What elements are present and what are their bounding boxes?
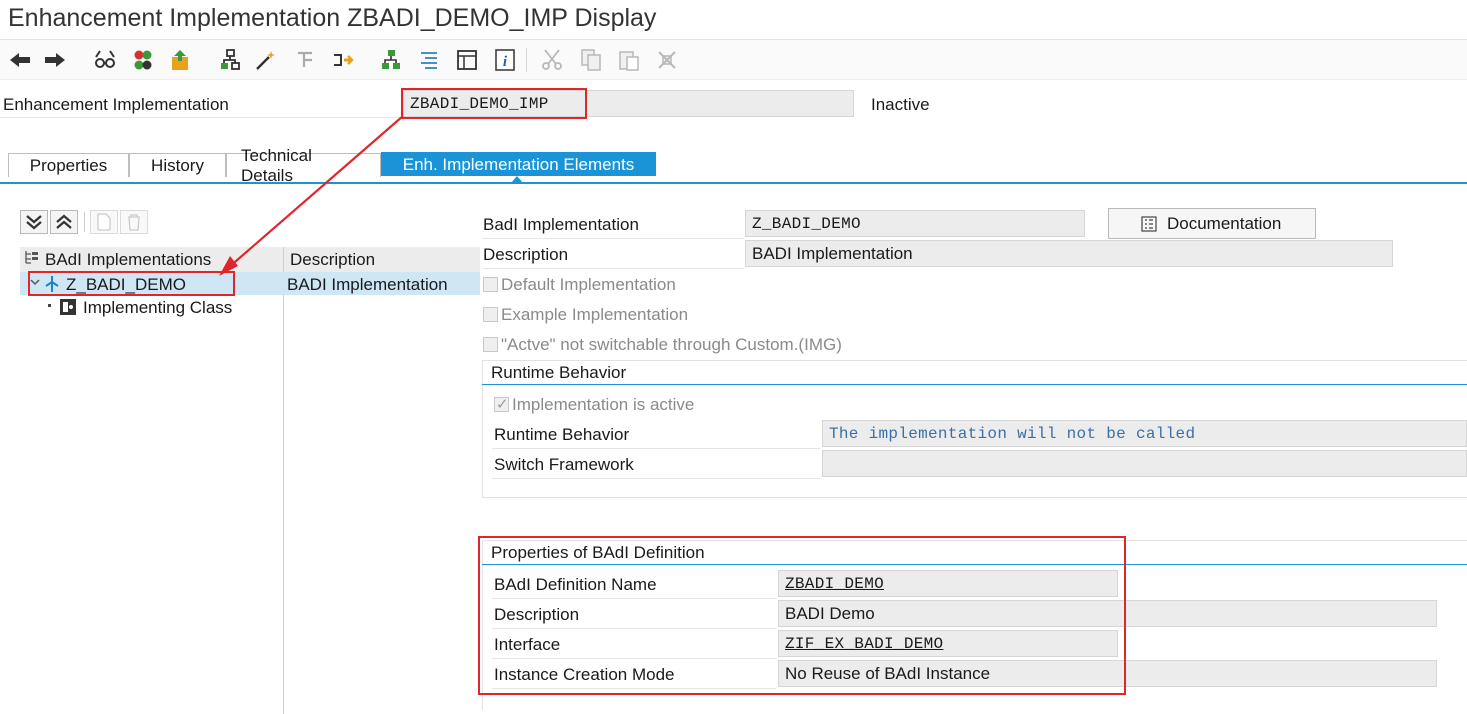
badi-implementation-field[interactable]: Z_BADI_DEMO — [745, 210, 1085, 237]
paste-icon[interactable] — [616, 47, 642, 73]
description-label: Description — [483, 245, 569, 264]
badi-def-description-field[interactable]: BADI Demo — [778, 600, 1437, 627]
trash-icon[interactable] — [120, 210, 148, 234]
hierarchy-icon[interactable] — [217, 47, 243, 73]
row-line-4 — [492, 478, 820, 479]
tab-technical-details[interactable]: Technical Details — [226, 146, 381, 185]
runtime-behavior-label: Runtime Behavior — [494, 425, 630, 444]
badi-def-description-label: Description — [494, 605, 580, 624]
transport-icon[interactable] — [167, 47, 193, 73]
toolbar-separator — [526, 48, 527, 72]
class-icon — [59, 298, 77, 321]
delete-icon[interactable] — [654, 47, 680, 73]
row-line-8 — [492, 688, 776, 689]
row-line-1 — [482, 238, 744, 239]
default-implementation-checkbox[interactable] — [483, 277, 498, 292]
runtime-behavior-field[interactable]: The implementation will not be called — [822, 420, 1467, 447]
runtime-behavior-title: Runtime Behavior — [491, 363, 627, 382]
structure-icon[interactable] — [378, 47, 404, 73]
documentation-label: Documentation — [1167, 213, 1282, 233]
tab-enh-implementation-elements[interactable]: Enh. Implementation Elements — [381, 152, 656, 176]
row-line-6 — [492, 628, 776, 629]
tree-bullet — [48, 304, 51, 307]
enhancement-implementation-label: Enhancement Implementation — [3, 95, 229, 114]
not-switchable-checkbox[interactable] — [483, 337, 498, 352]
badi-implementation-label: BadI Implementation — [483, 215, 639, 234]
enhancement-implementation-field[interactable]: ZBADI_DEMO_IMP — [403, 90, 854, 117]
documentation-button[interactable]: Documentation — [1108, 208, 1316, 239]
row-line-5 — [492, 598, 776, 599]
tab-indicator — [511, 176, 523, 183]
row-line-3 — [492, 448, 820, 449]
instance-creation-mode-field[interactable]: No Reuse of BAdI Instance — [778, 660, 1437, 687]
tree-node-z-badi-demo[interactable]: Z_BADI_DEMO — [66, 275, 186, 295]
example-implementation-checkbox[interactable] — [483, 307, 498, 322]
navigate-icon[interactable] — [330, 47, 356, 73]
tab-properties[interactable]: Properties — [8, 153, 129, 177]
activate-icon[interactable] — [130, 47, 156, 73]
copy-icon[interactable] — [578, 47, 604, 73]
documentation-icon — [1141, 215, 1157, 232]
switch-framework-label: Switch Framework — [494, 455, 634, 474]
tree-col1-header: BAdI Implementations — [45, 249, 212, 269]
tree-column-divider — [283, 247, 284, 714]
description-field[interactable]: BADI Implementation — [745, 240, 1393, 267]
tree-node-description: BADI Implementation — [287, 275, 448, 294]
example-implementation-label: Example Implementation — [501, 305, 689, 324]
default-implementation-label: Default Implementation — [501, 275, 676, 294]
badi-implementation-icon — [44, 275, 60, 298]
implementation-active-label: Implementation is active — [512, 395, 695, 414]
info-icon[interactable]: i — [492, 47, 518, 73]
runtime-behavior-title-line — [482, 384, 1467, 385]
collapse-all-button[interactable] — [50, 210, 78, 234]
row-line-2 — [482, 268, 744, 269]
badi-definition-name-label: BAdI Definition Name — [494, 575, 657, 594]
switch-framework-field[interactable] — [822, 450, 1467, 477]
chevron-down-icon[interactable] — [29, 276, 41, 291]
tree-node-implementing-class[interactable]: Implementing Class — [83, 298, 232, 318]
indent-icon[interactable] — [416, 47, 442, 73]
badi-definition-name-field[interactable]: ZBADI_DEMO — [778, 570, 1118, 597]
interface-label: Interface — [494, 635, 561, 654]
cut-icon[interactable] — [539, 47, 565, 73]
forward-icon[interactable] — [42, 47, 68, 73]
window-title: Enhancement Implementation ZBADI_DEMO_IM… — [8, 4, 657, 32]
back-icon[interactable] — [7, 47, 33, 73]
row-line-7 — [492, 658, 776, 659]
document-icon[interactable] — [454, 47, 480, 73]
expand-all-button[interactable] — [20, 210, 48, 234]
implementation-active-checkbox[interactable] — [494, 395, 509, 413]
glasses-icon[interactable] — [92, 47, 118, 73]
new-document-icon[interactable] — [90, 210, 118, 234]
badi-definition-title-line — [482, 564, 1467, 565]
toolbar: i — [0, 40, 1467, 80]
header-underline — [0, 117, 400, 118]
not-switchable-label: "Actve" not switchable through Custom.(I… — [501, 335, 842, 354]
magic-wand-icon[interactable] — [253, 47, 279, 73]
tree-structure-icon — [24, 249, 42, 270]
tree-column-header-implementations: BAdI Implementations — [20, 247, 283, 272]
badi-definition-title: Properties of BAdI Definition — [491, 543, 705, 562]
status-text: Inactive — [871, 95, 930, 114]
instance-creation-mode-label: Instance Creation Mode — [494, 665, 675, 684]
tree-col2-header: Description — [290, 249, 376, 269]
tab-history[interactable]: History — [129, 153, 226, 177]
tree-column-header-description: Description — [284, 247, 480, 272]
tab-strip-line — [0, 182, 1467, 184]
title-bar: Enhancement Implementation ZBADI_DEMO_IM… — [0, 0, 1467, 40]
where-used-icon[interactable] — [293, 47, 319, 73]
interface-field[interactable]: ZIF_EX_BADI_DEMO — [778, 630, 1118, 657]
mini-toolbar-separator — [84, 212, 85, 232]
